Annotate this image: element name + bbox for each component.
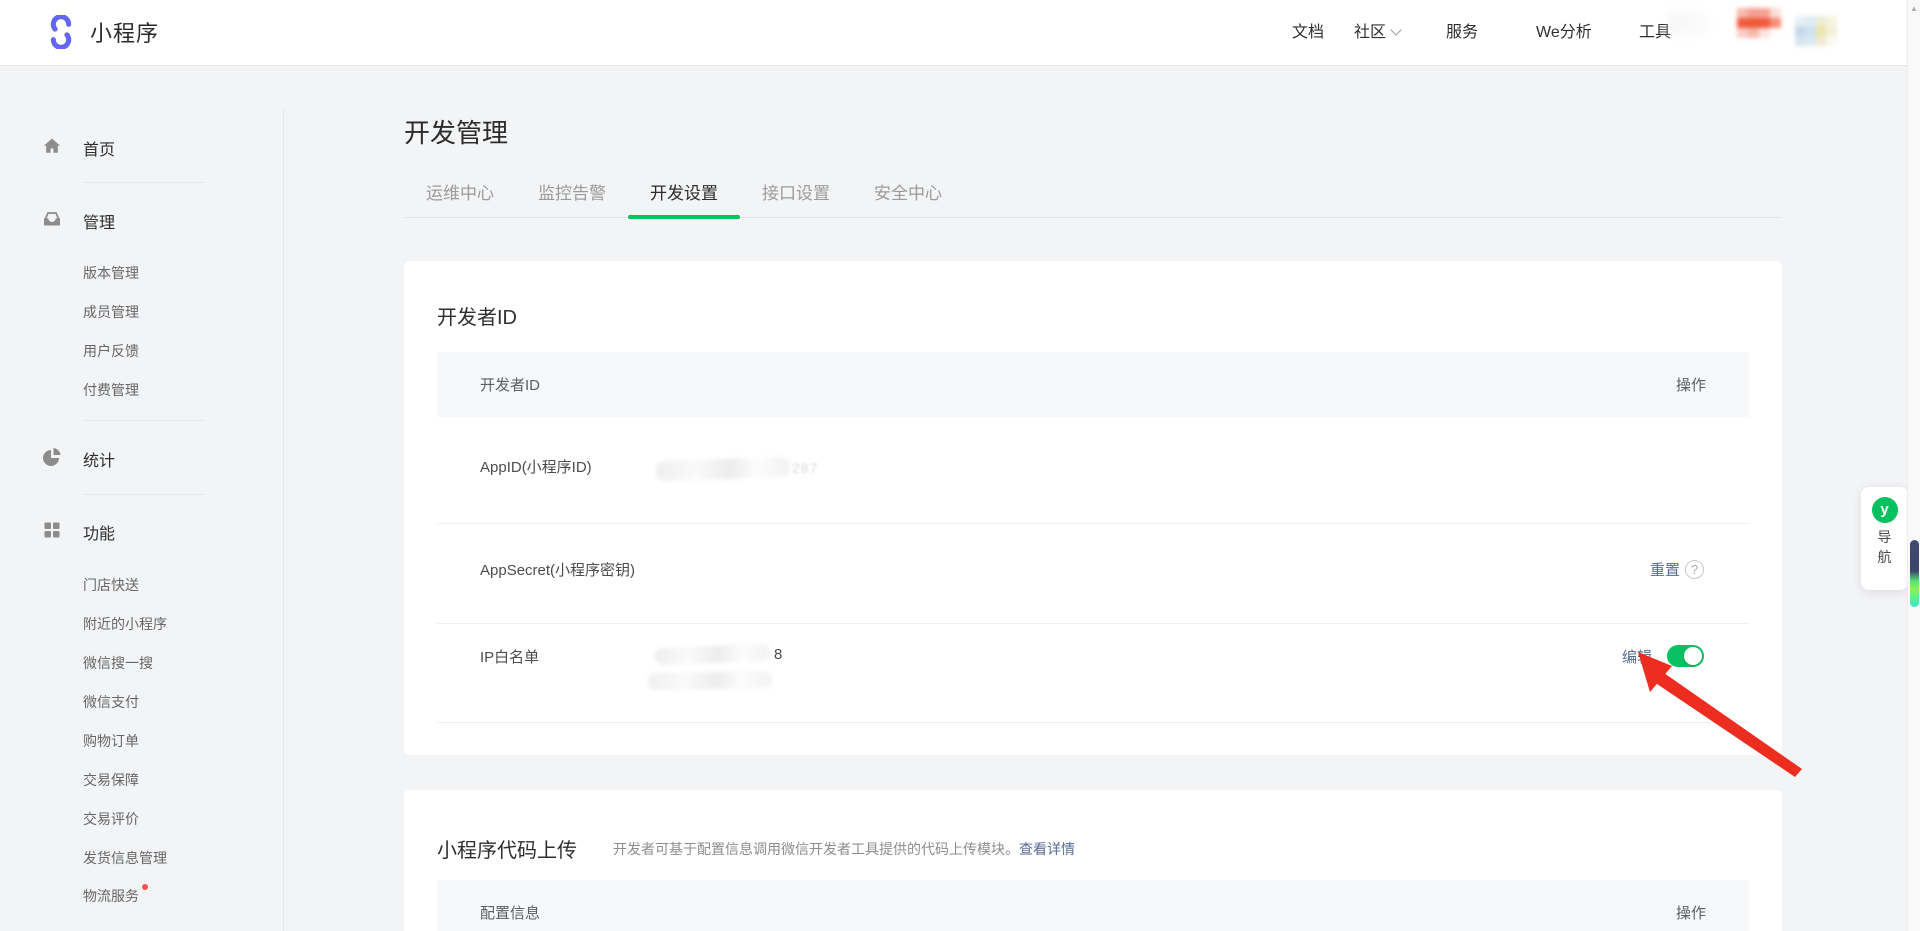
table-header-action-label: 操作 (1676, 374, 1706, 395)
sidebar-item-statistics[interactable]: 统计 (42, 447, 115, 471)
top-header: 小程序 文档 社区 服务 We分析 工具 (0, 0, 1920, 66)
ip-whitelist-row-label: IP白名单 (480, 646, 539, 667)
ip-value-redacted-line2 (648, 671, 772, 690)
sidebar-section-divider (83, 420, 205, 421)
nav-item-tools[interactable]: 工具 (1639, 0, 1671, 66)
sidebar-subitem-shopping-orders[interactable]: 购物订单 (83, 731, 139, 751)
nav-item-docs[interactable]: 文档 (1292, 0, 1324, 66)
page-scrollbar[interactable]: ▲ (1907, 0, 1920, 931)
nav-item-services[interactable]: 服务 (1446, 0, 1478, 66)
sidebar-item-management[interactable]: 管理 (42, 209, 115, 233)
sidebar-subitem-transaction-guarantee[interactable]: 交易保障 (83, 770, 139, 790)
tray-icon (42, 209, 62, 234)
row-divider (437, 722, 1749, 723)
sidebar-subitem-transaction-reviews[interactable]: 交易评价 (83, 809, 139, 829)
config-table-header: 配置信息 操作 (437, 880, 1749, 931)
nav-widget-icon: y (1872, 497, 1898, 523)
nav-widget-label-1: 导 (1861, 527, 1908, 547)
sidebar-subitem-payment-management[interactable]: 付费管理 (83, 380, 139, 400)
ip-whitelist-toggle[interactable] (1667, 645, 1704, 667)
sidebar-subitem-shipping-info-management[interactable]: 发货信息管理 (83, 848, 167, 868)
table-header-label: 开发者ID (480, 374, 540, 395)
scrollbar-thumb[interactable] (1910, 540, 1919, 607)
code-upload-description: 开发者可基于配置信息调用微信开发者工具提供的代码上传模块。查看详情 (613, 839, 1075, 859)
row-divider (437, 523, 1749, 524)
ip-value-redacted-line1 (655, 644, 771, 665)
sidebar-subitem-version-management[interactable]: 版本管理 (83, 263, 139, 283)
nav-item-we-analytics[interactable]: We分析 (1536, 0, 1592, 66)
logo-text: 小程序 (90, 16, 159, 48)
tab-ops-center[interactable]: 运维中心 (404, 170, 516, 218)
nav-widget-label-2: 航 (1861, 547, 1908, 567)
sidebar-subitem-store-delivery[interactable]: 门店快送 (83, 575, 139, 595)
redacted-smudge (1668, 10, 1710, 36)
ip-value-hint: 8 (774, 646, 782, 663)
help-icon[interactable]: ? (1685, 560, 1704, 579)
pie-chart-icon (42, 447, 62, 472)
new-badge-dot (142, 884, 148, 890)
mini-program-logo-icon (44, 15, 78, 49)
sidebar-item-features[interactable]: 功能 (42, 520, 115, 544)
chevron-down-icon (1390, 24, 1401, 35)
sidebar-subitem-logistics-services[interactable]: 物流服务 (83, 886, 148, 906)
tab-dev-settings[interactable]: 开发设置 (628, 170, 740, 218)
tab-monitoring-alerts[interactable]: 监控告警 (516, 170, 628, 218)
floating-nav-widget[interactable]: y 导 航 (1861, 487, 1908, 590)
row-divider (437, 623, 1749, 624)
appid-value-hint: 287 (792, 460, 818, 476)
sidebar-subitem-nearby-mini-programs[interactable]: 附近的小程序 (83, 614, 167, 634)
table-header-label: 配置信息 (480, 902, 540, 923)
home-icon (42, 136, 62, 161)
logo[interactable]: 小程序 (44, 15, 159, 49)
developer-id-section-title: 开发者ID (437, 301, 517, 330)
code-upload-section-title: 小程序代码上传 (437, 834, 577, 863)
appid-value-redacted (656, 457, 791, 482)
sidebar-subitem-wechat-search[interactable]: 微信搜一搜 (83, 653, 153, 673)
edit-link[interactable]: 编辑 (1622, 646, 1652, 667)
appid-row-label: AppID(小程序ID) (480, 456, 592, 477)
page-title: 开发管理 (404, 113, 508, 150)
developer-id-card: 开发者ID 开发者ID 操作 AppID(小程序ID) 287 AppSecre… (404, 261, 1782, 755)
sidebar-subitem-wechat-pay[interactable]: 微信支付 (83, 692, 139, 712)
table-header-action-label: 操作 (1676, 902, 1706, 923)
developer-id-table-header: 开发者ID 操作 (437, 352, 1749, 417)
app-root: 小程序 文档 社区 服务 We分析 工具 首页 管理 版本管理 成员管理 用户反… (0, 0, 1920, 931)
code-upload-card: 小程序代码上传 开发者可基于配置信息调用微信开发者工具提供的代码上传模块。查看详… (404, 790, 1782, 931)
sidebar-subitem-user-feedback[interactable]: 用户反馈 (83, 341, 139, 361)
sidebar-subitem-member-management[interactable]: 成员管理 (83, 302, 139, 322)
sidebar-section-divider (83, 182, 205, 183)
avatar-redacted-2[interactable] (1795, 16, 1837, 46)
tab-bar: 运维中心 监控告警 开发设置 接口设置 安全中心 (404, 170, 1782, 218)
tab-security-center[interactable]: 安全中心 (852, 170, 964, 218)
nav-item-community[interactable]: 社区 (1354, 0, 1400, 66)
scrollbar-up-arrow[interactable]: ▲ (1908, 4, 1920, 13)
grid-icon (42, 520, 62, 545)
view-details-link[interactable]: 查看详情 (1019, 841, 1075, 857)
avatar-redacted-1[interactable] (1737, 8, 1781, 38)
sidebar-section-divider (83, 494, 205, 495)
sidebar-divider-line (283, 108, 284, 931)
tab-api-settings[interactable]: 接口设置 (740, 170, 852, 218)
appsecret-row-label: AppSecret(小程序密钥) (480, 559, 635, 580)
toggle-knob (1684, 647, 1702, 665)
sidebar-item-home[interactable]: 首页 (42, 136, 115, 160)
reset-link[interactable]: 重置 (1650, 559, 1680, 580)
tab-active-underline (628, 215, 740, 219)
